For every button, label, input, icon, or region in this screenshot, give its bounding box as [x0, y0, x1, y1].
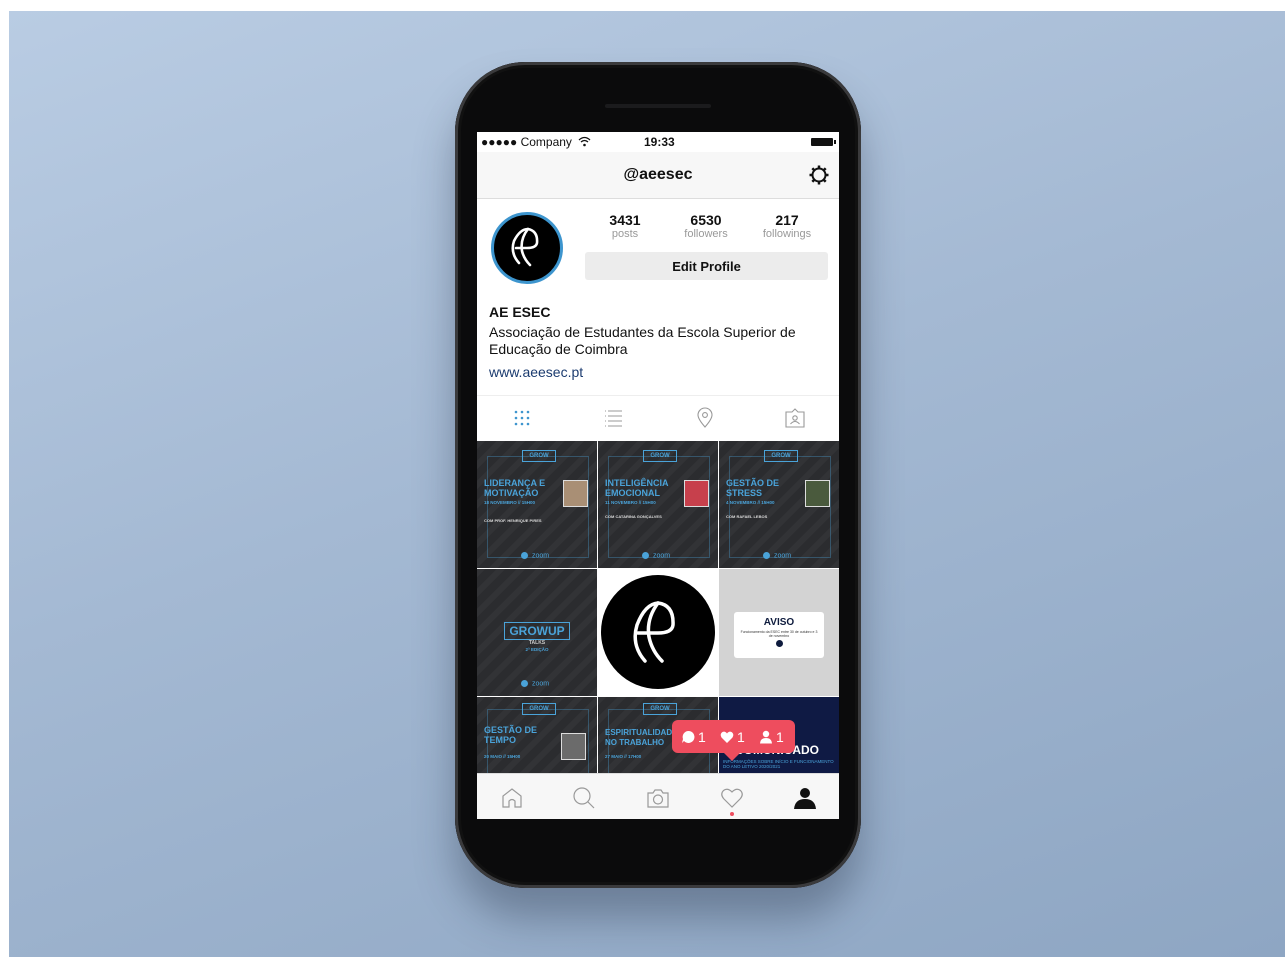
stat-label: followings	[762, 228, 812, 240]
status-bar: ●●●●● Company 19:33	[477, 132, 839, 152]
profile-username: @aeesec	[623, 166, 693, 183]
profile-icon[interactable]	[793, 786, 817, 810]
profile-stats: 3431 posts 6530 followers 217 followings	[585, 213, 829, 243]
post-badge: GROW	[522, 703, 556, 715]
person-icon	[760, 730, 772, 744]
post-speaker: COM RAFAEL LEBOS	[726, 514, 768, 519]
post-edition: 2ª EDIÇÃO	[525, 647, 549, 652]
activity-notification-bubble[interactable]: 1 1 1	[672, 720, 795, 761]
zoom-label: zoom	[521, 680, 549, 687]
post-title: GESTÃO DE STRESS	[726, 478, 780, 498]
post-badge: GROW	[764, 450, 798, 462]
post-date: 20 MAIO // 15H00	[484, 754, 521, 759]
edit-profile-button[interactable]: Edit Profile	[585, 252, 828, 280]
zoom-label: zoom	[642, 552, 670, 559]
profile-tabs	[477, 395, 839, 442]
profile-name: AE ESEC	[489, 304, 551, 320]
follow-count: 1	[759, 729, 784, 745]
post-title: INTELIGÊNCIA EMOCIONAL	[605, 478, 669, 498]
logo-icon	[601, 575, 715, 689]
speaker-photo	[805, 480, 830, 507]
stat-value: 3431	[609, 212, 641, 228]
post-title: LIDERANÇA E MOTIVAÇÃO	[484, 478, 546, 498]
post-date: 18 NOVEMBRO // 15H00	[484, 500, 536, 505]
post-date: 4 NOVEMBRO // 15H00	[726, 500, 775, 505]
like-count-value: 1	[737, 729, 745, 745]
search-icon[interactable]	[572, 786, 596, 810]
phone-side-button	[0, 132, 4, 212]
post-date: 27 MAIO // 17H00	[605, 754, 642, 759]
post-badge: GROW	[643, 450, 677, 462]
like-count: 1	[720, 729, 745, 745]
carrier-label: ●●●●● Company	[481, 135, 572, 149]
zoom-text: zoom	[774, 552, 792, 560]
speaker-photo	[561, 733, 586, 760]
stat-label: posts	[611, 228, 639, 240]
wifi-icon	[578, 136, 591, 147]
post-badge: GROWUP	[504, 622, 570, 640]
zoom-text: zoom	[532, 680, 550, 688]
phone-side-button	[0, 28, 4, 80]
battery-icon	[811, 138, 836, 146]
aviso-title: AVISO	[763, 617, 795, 628]
grid-post[interactable]: GROW GESTÃO DE STRESS 4 NOVEMBRO // 15H0…	[719, 441, 839, 568]
status-time: 19:33	[644, 135, 675, 149]
profile-bio: Associação de Estudantes da Escola Super…	[489, 324, 796, 357]
phone-side-button	[0, 80, 4, 132]
post-badge: GROW	[522, 450, 556, 462]
speaker	[605, 104, 711, 108]
follow-count-value: 1	[776, 729, 784, 745]
grid-post[interactable]: GROWUP TALKS 2ª EDIÇÃO zoom	[477, 569, 597, 696]
stat-label: followers	[684, 228, 728, 240]
post-title: GESTÃO DE TEMPO	[484, 725, 538, 745]
camera-icon[interactable]	[646, 786, 670, 810]
app-screen: ●●●●● Company 19:33 @aeesec 3431 posts 6…	[477, 132, 839, 819]
grid-post[interactable]: GROW INTELIGÊNCIA EMOCIONAL 11 NOVEMBRO …	[598, 441, 718, 568]
grid-post[interactable]: AVISO Funcionamento da ESEC entre 30 de …	[719, 569, 839, 696]
list-icon[interactable]	[602, 407, 624, 429]
comment-icon	[682, 730, 695, 743]
stat-followers[interactable]: 6530 followers	[666, 213, 746, 241]
grid-icon[interactable]	[511, 407, 533, 429]
logo-icon	[511, 227, 539, 267]
post-speaker: COM CATARINA GONÇALVES	[605, 514, 662, 519]
heart-icon[interactable]	[720, 786, 744, 810]
grid-post[interactable]: GROW GESTÃO DE TEMPO 20 MAIO // 15H00	[477, 697, 597, 774]
zoom-text: zoom	[532, 552, 550, 560]
gear-icon[interactable]	[808, 164, 830, 186]
post-subtitle: TALKS	[528, 640, 546, 646]
home-icon[interactable]	[500, 786, 524, 810]
comment-count-value: 1	[698, 729, 706, 745]
stat-value: 6530	[690, 212, 722, 228]
post-date: 11 NOVEMBRO // 15H00	[605, 500, 656, 505]
comment-count: 1	[681, 729, 706, 745]
heart-icon	[720, 731, 734, 743]
avatar[interactable]	[491, 212, 563, 284]
aviso-text: Funcionamento da ESEC entre 30 de outubr…	[740, 630, 818, 638]
profile-website-link[interactable]: www.aeesec.pt	[489, 364, 583, 380]
post-speaker: COM PROF. HENRIQUE PIRES	[484, 518, 542, 523]
aviso-card: AVISO Funcionamento da ESEC entre 30 de …	[734, 612, 824, 658]
tagged-icon[interactable]	[784, 407, 806, 429]
stat-posts[interactable]: 3431 posts	[585, 213, 665, 241]
bottom-tab-bar	[477, 773, 839, 819]
grid-post[interactable]: GROW LIDERANÇA E MOTIVAÇÃO 18 NOVEMBRO /…	[477, 441, 597, 568]
speaker-photo	[563, 480, 588, 507]
zoom-label: zoom	[763, 552, 791, 559]
phone-side-button	[0, 0, 4, 28]
location-icon[interactable]	[694, 407, 716, 429]
zoom-label: zoom	[521, 552, 549, 559]
arrow-icon	[775, 640, 783, 647]
stat-value: 217	[775, 212, 799, 228]
speaker-photo	[684, 480, 709, 507]
zoom-text: zoom	[653, 552, 671, 560]
post-badge: GROW	[643, 703, 677, 715]
activity-dot	[730, 812, 734, 816]
grid-post[interactable]	[598, 569, 718, 696]
stat-followings[interactable]: 217 followings	[747, 213, 827, 241]
top-navigation: @aeesec	[477, 152, 839, 199]
profile-header: 3431 posts 6530 followers 217 followings…	[477, 199, 839, 395]
